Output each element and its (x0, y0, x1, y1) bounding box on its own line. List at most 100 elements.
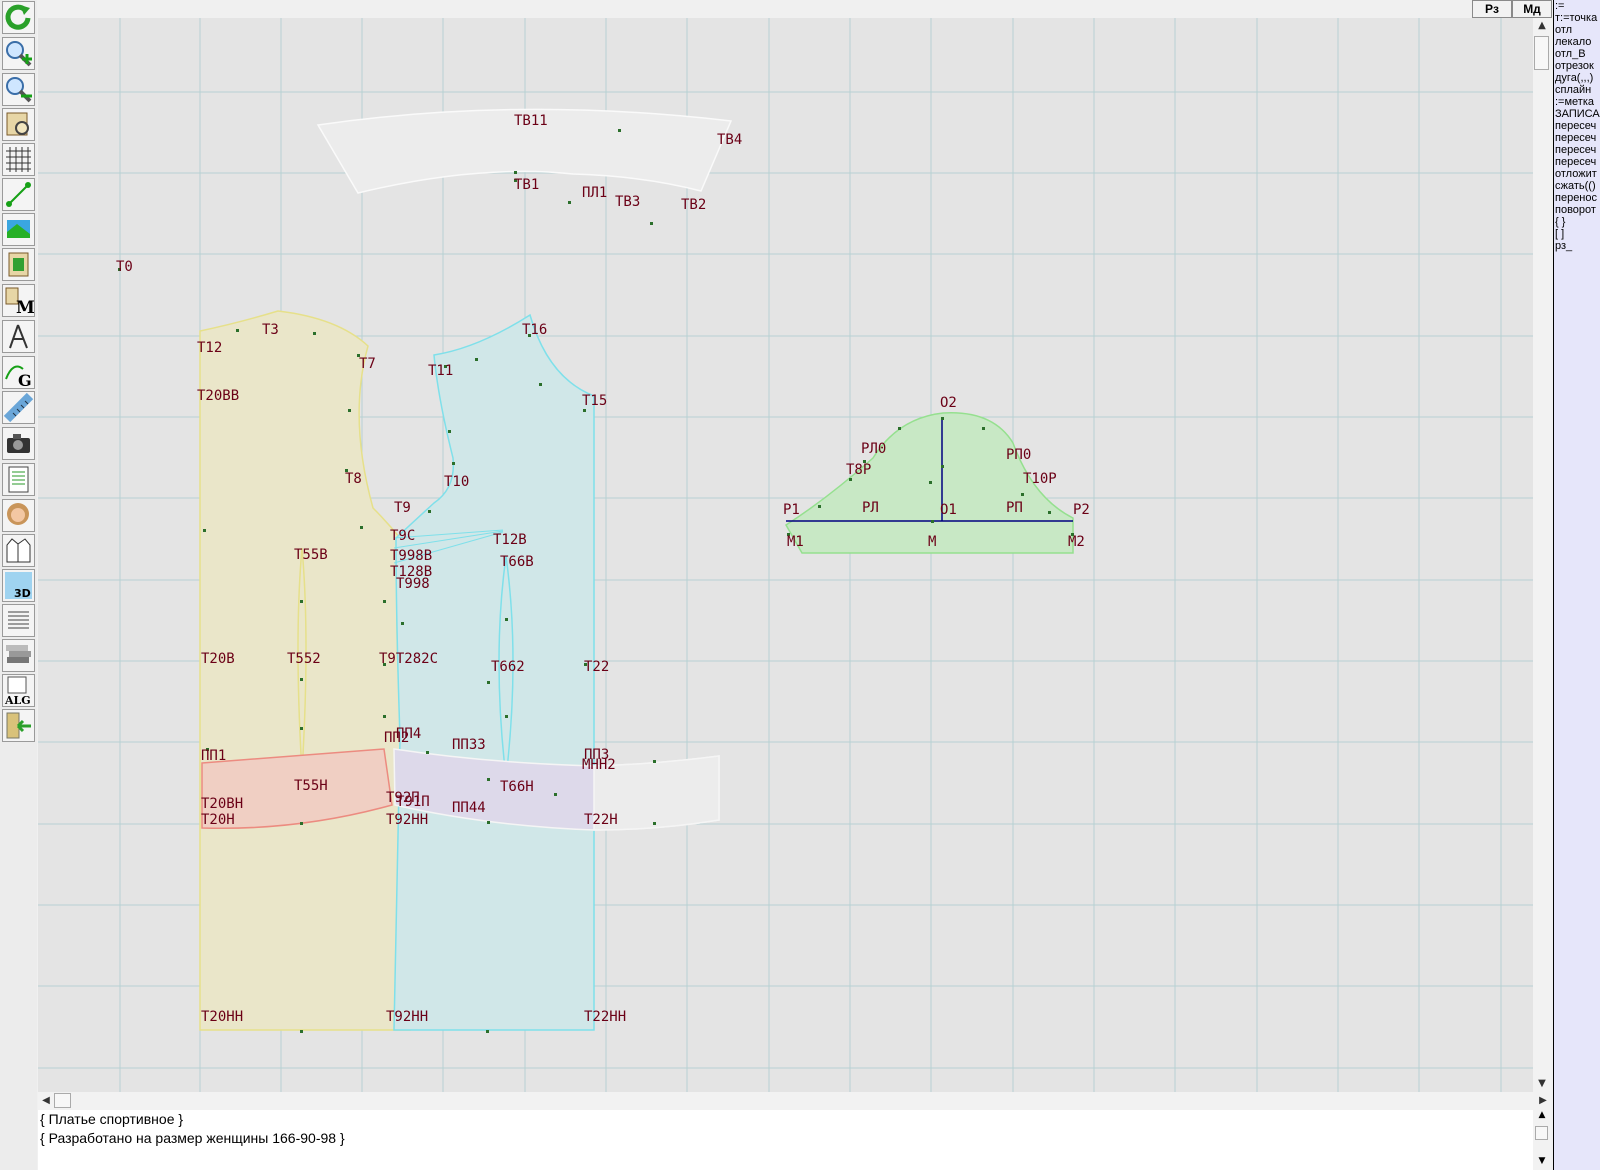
command-item[interactable]: :=метка (1554, 96, 1600, 108)
scroll-left-icon[interactable]: ◀ (38, 1092, 54, 1110)
label-tv11: ТВ11 (514, 113, 548, 129)
label-rp: РП (1006, 500, 1023, 516)
label-tv3: ТВ3 (615, 194, 640, 210)
line-tool-icon[interactable] (2, 178, 35, 211)
command-item[interactable]: т:=точка (1554, 12, 1600, 24)
zoom-out-icon[interactable] (2, 73, 35, 106)
label-t10: Т10 (444, 474, 469, 490)
label-pp1: ПП1 (201, 748, 226, 764)
label-o2: О2 (940, 395, 957, 411)
label-t662: Т662 (491, 659, 525, 675)
color-fill-icon[interactable] (2, 213, 35, 246)
portrait-icon[interactable] (2, 499, 35, 532)
label-rl0: РЛ0 (861, 441, 886, 457)
pattern-icon[interactable] (2, 248, 35, 281)
grid-icon[interactable] (2, 143, 35, 176)
command-item[interactable]: отложит (1554, 168, 1600, 180)
label-t92nnn: Т92НН (386, 1009, 428, 1025)
scroll-down-icon[interactable]: ▼ (1533, 1076, 1551, 1092)
label-tv1: ТВ1 (514, 177, 539, 193)
horizontal-scrollbar[interactable]: ◀ ▶ (38, 1092, 1551, 1110)
front-bodice-piece[interactable] (199, 310, 411, 1031)
3d-icon[interactable]: 3D (2, 569, 35, 602)
compass-icon[interactable] (2, 320, 35, 353)
ruler-icon[interactable] (2, 391, 35, 424)
label-m2: М2 (1068, 534, 1085, 550)
label-t15: Т15 (582, 393, 607, 409)
3d-glyph: 3D (14, 587, 31, 600)
stack-icon[interactable] (2, 639, 35, 672)
label-mnh2: МНН2 (582, 757, 616, 773)
label-t22nn: Т22НН (584, 1009, 626, 1025)
label-t11: Т11 (428, 363, 453, 379)
curve-glyph: G (18, 371, 32, 388)
scroll-right-icon[interactable]: ▶ (1535, 1092, 1551, 1110)
measure-m-icon[interactable]: M (2, 284, 35, 317)
curve-g-icon[interactable]: G (2, 356, 35, 389)
label-t20vn: Т20ВН (201, 796, 243, 812)
label-t3: Т3 (262, 322, 279, 338)
command-item[interactable]: пересеч (1554, 120, 1600, 132)
label-t9: Т9 (394, 500, 411, 516)
command-item[interactable]: сплайн (1554, 84, 1600, 96)
label-t20vv: Т20ВВ (197, 388, 239, 404)
garment-icon[interactable] (2, 534, 35, 567)
command-item[interactable]: сжать(() (1554, 180, 1600, 192)
command-item[interactable]: := (1554, 0, 1600, 12)
label-t998: Т998 (396, 576, 430, 592)
label-pp33: ПП33 (452, 737, 486, 753)
command-item[interactable]: пересеч (1554, 132, 1600, 144)
hscroll-thumb[interactable] (54, 1093, 71, 1108)
label-pp44: ПП44 (452, 800, 486, 816)
label-t16: Т16 (522, 322, 547, 338)
command-item[interactable]: пересеч (1554, 156, 1600, 168)
command-item[interactable]: отл (1554, 24, 1600, 36)
comment-scroll-up-icon[interactable]: ▲ (1533, 1110, 1551, 1124)
label-tv4: ТВ4 (717, 132, 742, 148)
sheet-icon[interactable] (2, 463, 35, 496)
command-item[interactable]: [ ] (1554, 228, 1600, 240)
label-t66v: Т66В (500, 554, 534, 570)
drawing-canvas[interactable]: Т0 Т12 Т3 Т7 Т20ВВ Т8 Т9 Т9С Т10 Т11 Т16… (38, 18, 1533, 1092)
label-t20n: Т20Н (201, 812, 235, 828)
label-t2: Т12 (197, 340, 222, 356)
refresh-icon[interactable] (2, 1, 35, 34)
comment-editor[interactable]: { Платье спортивное } { Разработано на р… (38, 1110, 1533, 1170)
label-t91p: Т91П (396, 794, 430, 810)
command-item[interactable]: отрезок (1554, 60, 1600, 72)
scroll-thumb[interactable] (1534, 36, 1549, 70)
text-lines-icon[interactable] (2, 604, 35, 637)
comment-scrollbar[interactable]: ▲ ▼ (1533, 1110, 1551, 1170)
command-item[interactable]: { } (1554, 216, 1600, 228)
command-item[interactable]: рз_ (1554, 240, 1600, 252)
label-t55v: Т55В (294, 547, 328, 563)
scroll-up-icon[interactable]: ▲ (1533, 18, 1551, 34)
command-item[interactable]: пересеч (1554, 144, 1600, 156)
zoom-in-icon[interactable] (2, 37, 35, 70)
command-item[interactable]: перенос (1554, 192, 1600, 204)
alg-icon[interactable]: ALG (2, 674, 35, 707)
label-t55n: Т55Н (294, 778, 328, 794)
label-o1: О1 (940, 502, 957, 518)
toolbar: M G 3D ALG (0, 0, 37, 1170)
map-view-icon[interactable] (2, 108, 35, 141)
camera-icon[interactable] (2, 427, 35, 460)
label-t7: Т7 (359, 356, 376, 372)
label-t998v: Т998В (390, 548, 432, 564)
tab-rz[interactable]: Рз (1472, 0, 1512, 18)
label-t282c: Т9Т282С (379, 651, 438, 667)
command-item[interactable]: поворот (1554, 204, 1600, 216)
command-item[interactable]: ЗАПИСА (1554, 108, 1600, 120)
tab-md[interactable]: Мд (1512, 0, 1552, 18)
label-pl1: ПЛ1 (582, 185, 607, 201)
command-item[interactable]: дуга(,,,) (1554, 72, 1600, 84)
exit-icon[interactable] (2, 709, 35, 742)
command-panel: := т:=точка отл лекало отл_В отрезок дуг… (1553, 0, 1600, 1170)
measure-glyph: M (16, 298, 34, 316)
label-t20v: Т20В (201, 651, 235, 667)
comment-scroll-thumb[interactable] (1535, 1126, 1548, 1140)
command-item[interactable]: лекало (1554, 36, 1600, 48)
command-item[interactable]: отл_В (1554, 48, 1600, 60)
comment-scroll-down-icon[interactable]: ▼ (1533, 1156, 1551, 1170)
vertical-scrollbar[interactable]: ▲ ▼ (1533, 18, 1551, 1092)
